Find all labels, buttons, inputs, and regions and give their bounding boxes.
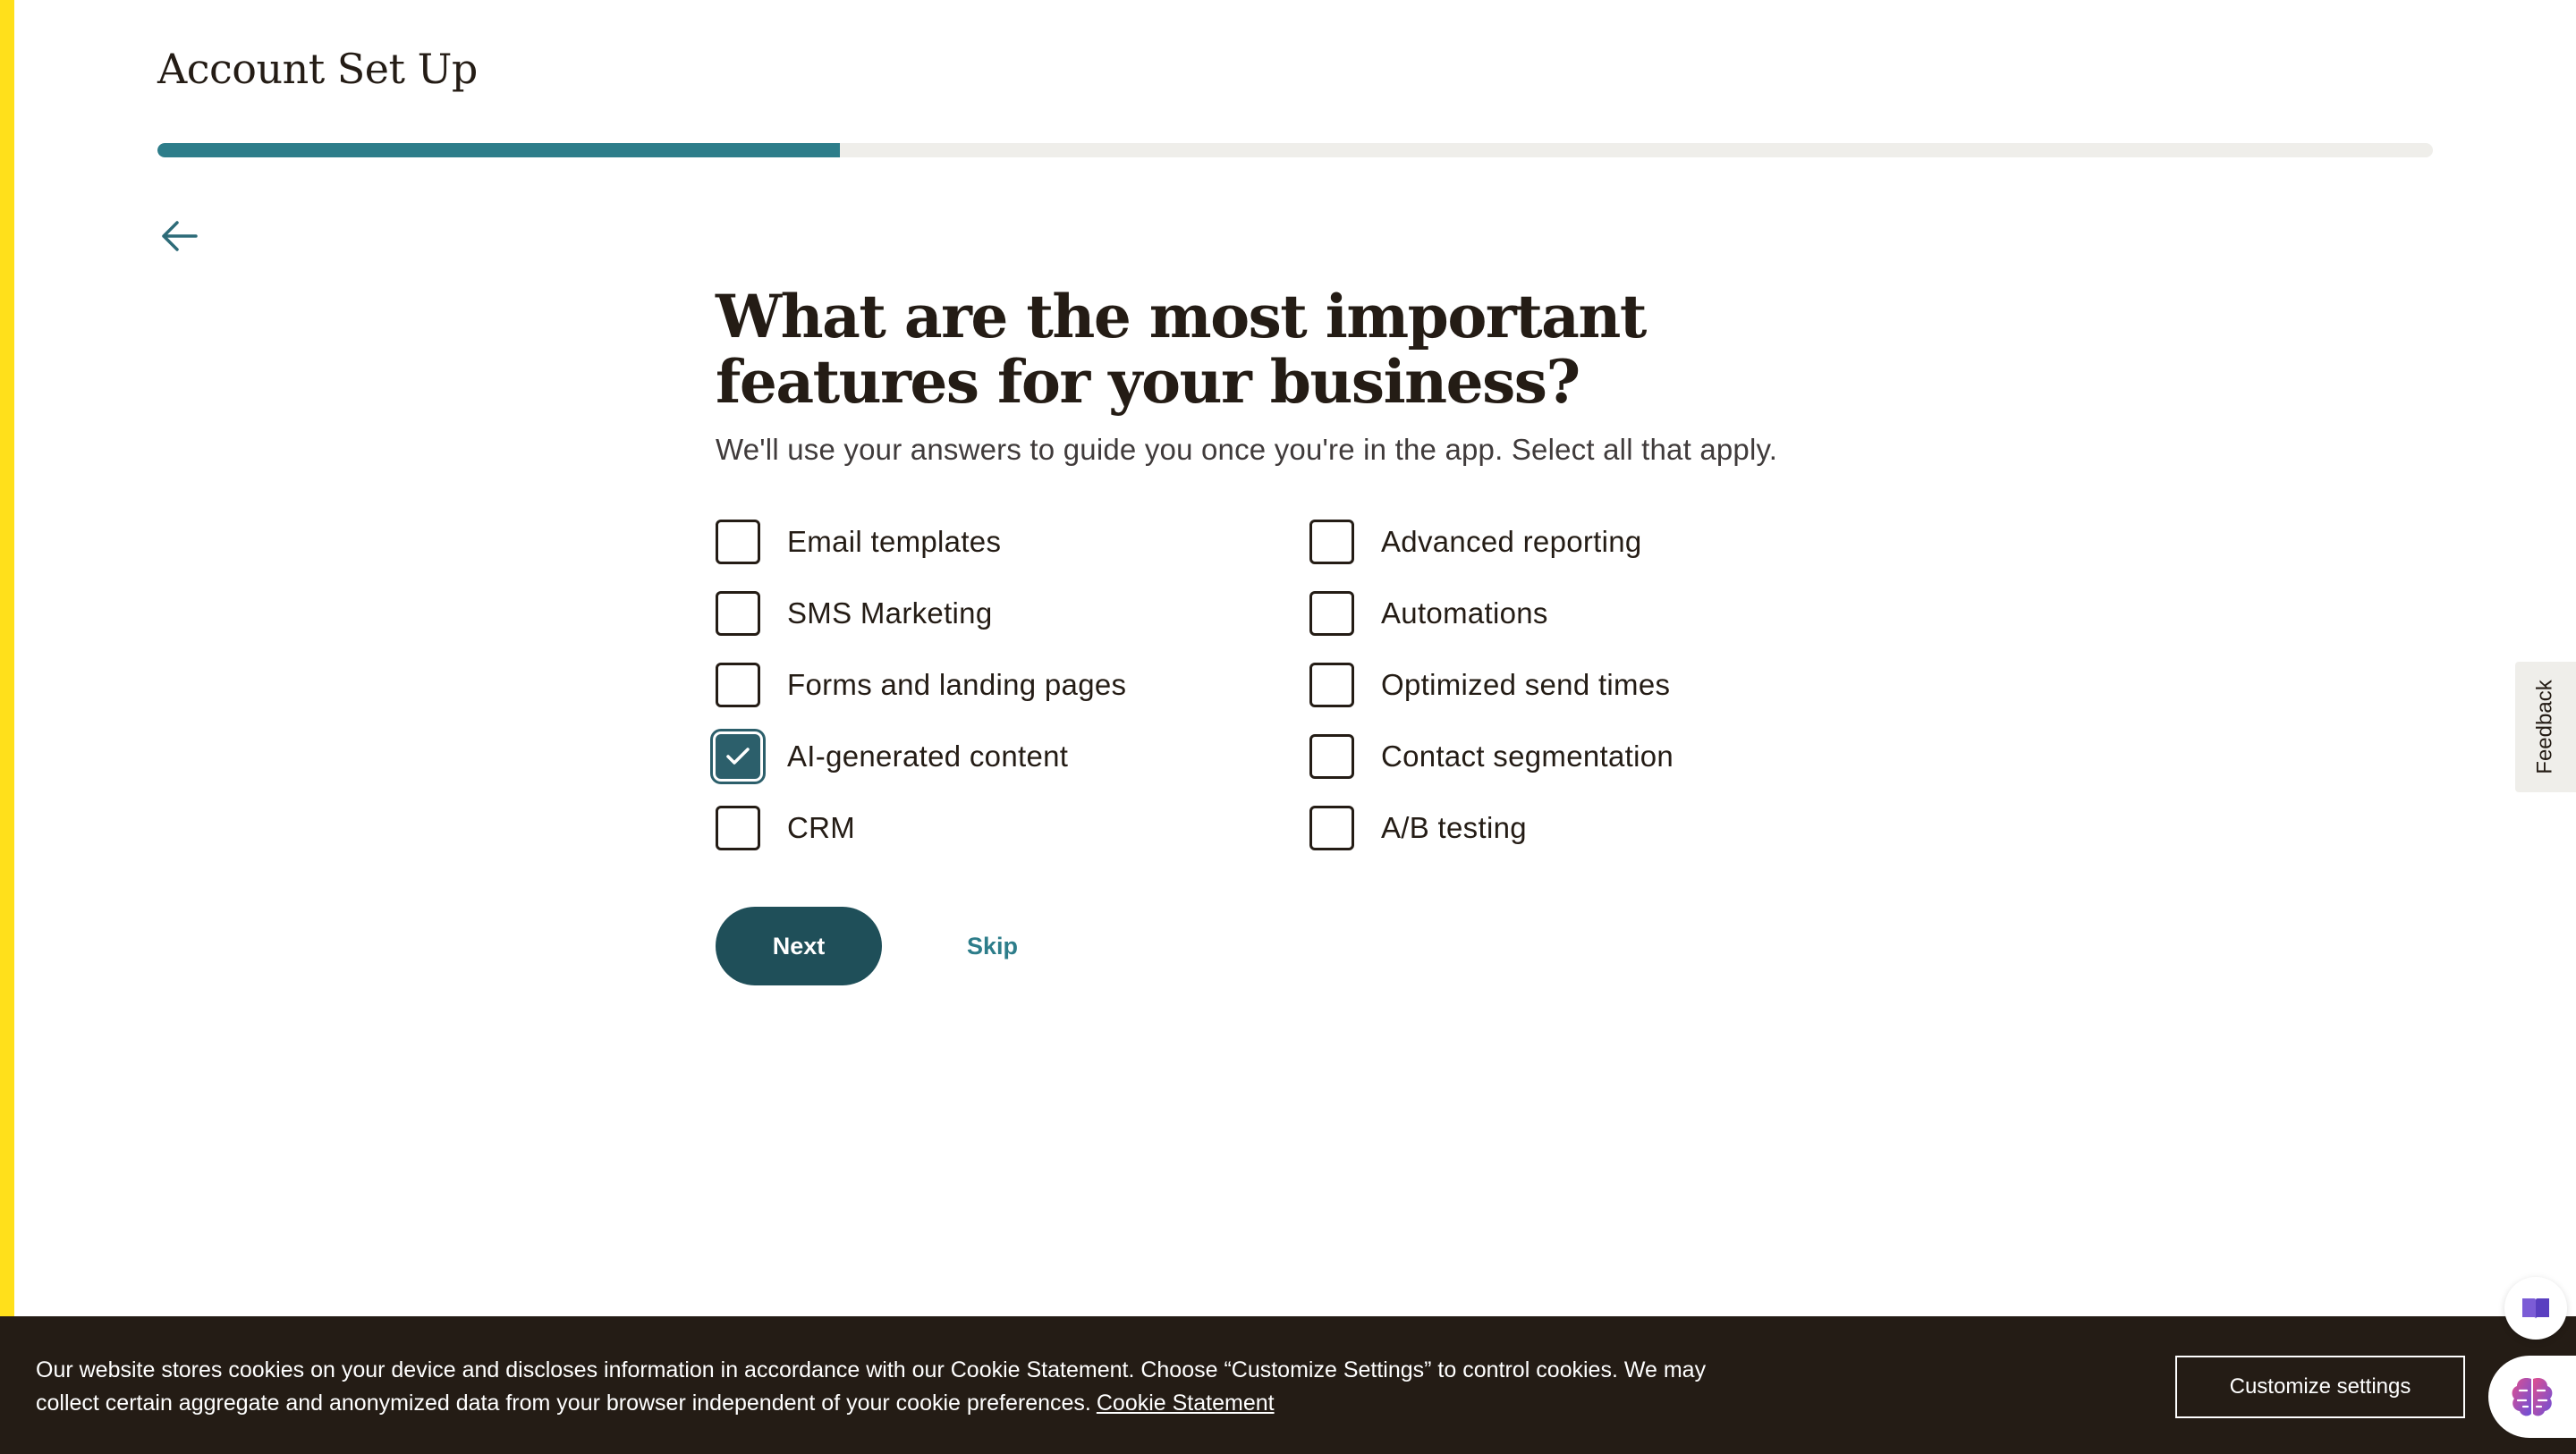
cookie-statement-link[interactable]: Cookie Statement [1097, 1391, 1275, 1416]
feature-option-label: SMS Marketing [787, 596, 993, 630]
feature-checkbox[interactable] [1309, 520, 1354, 564]
feature-checkbox[interactable] [716, 591, 760, 636]
cookie-banner: Our website stores cookies on your devic… [0, 1316, 2576, 1454]
feature-checkbox[interactable] [716, 734, 760, 779]
feature-option[interactable]: Advanced reporting [1309, 520, 1846, 564]
arrow-left-icon [162, 221, 198, 251]
feature-option-label: Contact segmentation [1381, 740, 1674, 773]
form-actions: Next Skip [716, 907, 1843, 985]
feature-option-label: AI-generated content [787, 740, 1069, 773]
feature-option[interactable]: A/B testing [1309, 806, 1846, 850]
feature-checkbox[interactable] [1309, 663, 1354, 707]
question-subtitle: We'll use your answers to guide you once… [716, 433, 1778, 466]
feedback-tab[interactable]: Feedback [2515, 662, 2576, 792]
feature-option-label: Automations [1381, 596, 1548, 630]
feature-option[interactable]: Forms and landing pages [716, 663, 1309, 707]
reader-button[interactable] [2504, 1277, 2567, 1340]
skip-link[interactable]: Skip [967, 933, 1018, 960]
checkmark-icon [726, 748, 750, 765]
progress-bar-fill [157, 143, 841, 157]
book-icon [2522, 1298, 2549, 1319]
feature-option-label: Advanced reporting [1381, 525, 1642, 558]
page-title: Account Set Up [157, 45, 478, 93]
feature-option[interactable]: Optimized send times [1309, 663, 1846, 707]
feature-option[interactable]: CRM [716, 806, 1309, 850]
feature-option[interactable]: Automations [1309, 591, 1846, 636]
feature-options: Email templates Advanced reporting SMS Mar… [716, 520, 1843, 850]
feature-option[interactable]: Email templates [716, 520, 1309, 564]
feature-checkbox[interactable] [1309, 806, 1354, 850]
feature-option-label: Email templates [787, 525, 1002, 558]
feature-option-label: Forms and landing pages [787, 668, 1127, 701]
feature-checkbox[interactable] [716, 520, 760, 564]
cookie-message: Our website stores cookies on your devic… [36, 1357, 1707, 1416]
cookie-text: Our website stores cookies on your devic… [36, 1354, 1717, 1420]
brain-icon [2512, 1377, 2553, 1416]
back-button[interactable] [152, 213, 206, 259]
feature-checkbox[interactable] [716, 806, 760, 850]
feature-option-label: A/B testing [1381, 811, 1527, 844]
question-section: What are the most important features for… [716, 284, 1843, 985]
question-title: What are the most important features for… [716, 282, 1647, 417]
feature-option-label: Optimized send times [1381, 668, 1671, 701]
feedback-label: Feedback [2533, 680, 2557, 774]
next-button[interactable]: Next [716, 907, 882, 985]
feature-checkbox[interactable] [1309, 734, 1354, 779]
accent-stripe [0, 0, 14, 1454]
account-setup-page: Account Set Up What are the most importa… [0, 0, 2576, 1454]
feature-checkbox[interactable] [716, 663, 760, 707]
feature-option-label: CRM [787, 811, 856, 844]
feature-option[interactable]: Contact segmentation [1309, 734, 1846, 779]
feature-option[interactable]: AI-generated content [716, 734, 1309, 779]
customize-settings-button[interactable]: Customize settings [2175, 1356, 2465, 1418]
progress-bar [157, 143, 2433, 157]
assistant-button[interactable] [2488, 1356, 2576, 1438]
feature-option[interactable]: SMS Marketing [716, 591, 1309, 636]
feature-checkbox[interactable] [1309, 591, 1354, 636]
